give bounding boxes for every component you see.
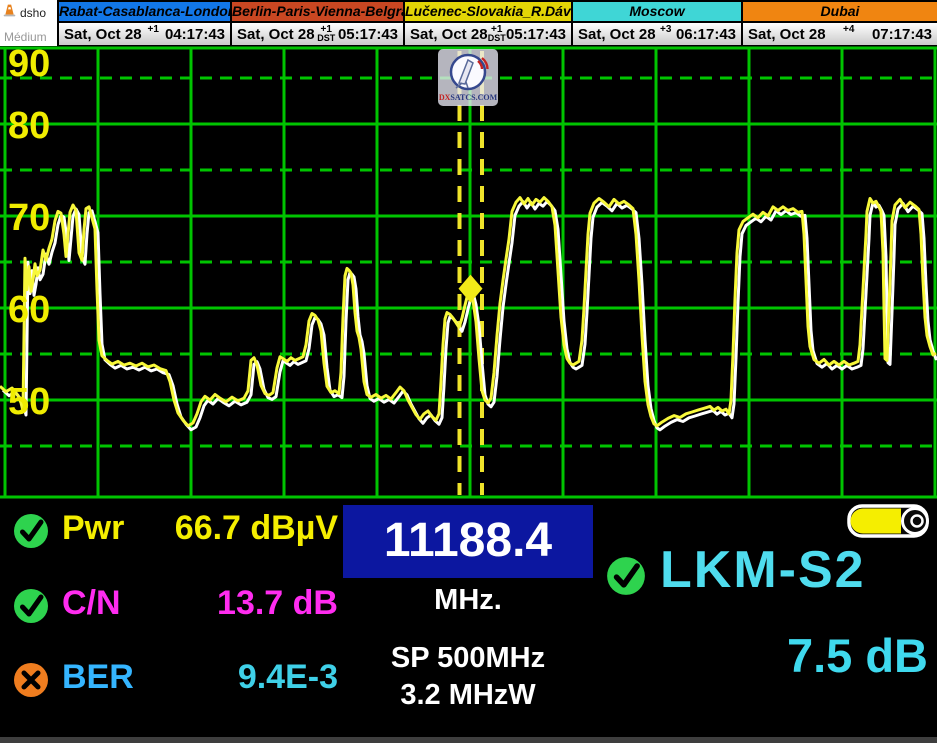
frequency-value: 11188.4 — [384, 514, 552, 567]
clock-time-row: Sat, Oct 28 +1DST 05:17:43 — [405, 23, 571, 45]
clock-time: 06:17:43 — [676, 26, 736, 43]
clock-city-dubai: Dubai — [743, 2, 937, 23]
clock-time-row: Sat, Oct 28 +1 04:17:43 — [59, 23, 230, 45]
clock-date: Sat, Oct 28 — [748, 26, 826, 43]
clock-utc-offset: +4 — [843, 25, 854, 34]
clock-date: Sat, Oct 28 — [237, 26, 315, 43]
svg-text:90: 90 — [8, 46, 50, 85]
clock-time: 05:17:43 — [506, 26, 566, 43]
clock-dst-flag: DST — [488, 34, 506, 43]
frequency-unit: MHz. — [343, 584, 593, 617]
battery-icon — [847, 504, 934, 538]
span-setting: SP 500MHz — [343, 642, 593, 675]
svg-text:60: 60 — [8, 289, 50, 331]
logo-text-dx: DX — [439, 93, 451, 102]
clock-date: Sat, Oct 28 — [410, 26, 488, 43]
clock-time: 04:17:43 — [165, 26, 225, 43]
clock-panel-dubai: Dubai Sat, Oct 28 +4 07:17:43 — [741, 0, 937, 45]
clock-panel-moscow: Moscow Sat, Oct 28 +3 06:17:43 — [571, 0, 741, 45]
measurement-panel: Pwr 66.7 dBµV C/N 13.7 dB BER 9.4E-3 111… — [0, 500, 937, 743]
pwr-value: 66.7 dBµV — [120, 509, 338, 548]
clock-tz: +4 — [843, 25, 854, 34]
vlc-title-row: dsho — [0, 0, 57, 23]
clock-city-lucenec: Lučenec-Slovakia_R.Dávid — [405, 2, 571, 23]
pwr-label: Pwr — [62, 509, 124, 548]
cn-label: C/N — [62, 584, 121, 623]
bottom-strip — [0, 737, 937, 743]
logo-text-rest: SATCS.COM — [450, 93, 497, 102]
frequency-display: 11188.4 — [343, 505, 593, 578]
clock-date: Sat, Oct 28 — [578, 26, 656, 43]
ber-status-fail-icon — [13, 662, 49, 698]
clock-panel-lucenec: Lučenec-Slovakia_R.Dávid Sat, Oct 28 +1D… — [403, 0, 571, 45]
clock-panel-rabat: Rabat-Casablanca-London Sat, Oct 28 +1 0… — [57, 0, 230, 45]
clock-utc-offset: +3 — [660, 25, 671, 34]
lock-status-ok-icon — [606, 556, 646, 596]
clock-time: 07:17:43 — [872, 26, 932, 43]
clock-time-row: Sat, Oct 28 +1DST 05:17:43 — [232, 23, 403, 45]
svg-text:50: 50 — [8, 381, 50, 423]
clock-city-rabat: Rabat-Casablanca-London — [59, 2, 230, 23]
vlc-menu-item-media[interactable]: Médium — [0, 23, 57, 44]
clock-time: 05:17:43 — [338, 26, 398, 43]
clock-dst-flag: DST — [317, 34, 335, 43]
clock-tz: +1DST — [317, 25, 335, 43]
spectrum-analyzer-plot: 90 80 70 60 50 DXSATCS.COM — [0, 46, 937, 500]
modulation-standard: LKM-S2 — [660, 540, 866, 600]
ber-value: 9.4E-3 — [120, 658, 338, 697]
clock-tz: +1 — [148, 25, 159, 34]
clock-city-moscow: Moscow — [573, 2, 741, 23]
spectrum-chart: 90 80 70 60 50 — [0, 46, 937, 500]
svg-text:DXSATCS.COM: DXSATCS.COM — [439, 93, 498, 102]
world-clock-bar: dsho Médium Rabat-Casablanca-London Sat,… — [0, 0, 937, 46]
clock-date: Sat, Oct 28 — [64, 26, 142, 43]
clock-tz: +3 — [660, 25, 671, 34]
svg-text:70: 70 — [8, 197, 50, 239]
svg-text:80: 80 — [8, 105, 50, 147]
bandwidth-setting: 3.2 MHzW — [343, 679, 593, 712]
cn-value: 13.7 dB — [120, 584, 338, 623]
clock-utc-offset: +1 — [148, 25, 159, 34]
dxsatcs-watermark-logo: DXSATCS.COM — [438, 49, 498, 106]
clock-time-row: Sat, Oct 28 +3 06:17:43 — [573, 23, 741, 45]
vlc-title-text: dsho — [20, 6, 46, 20]
clock-panel-berlin: Berlin-Paris-Vienna-Belgrade Sat, Oct 28… — [230, 0, 403, 45]
link-margin-value: 7.5 dB — [618, 628, 928, 683]
cn-status-ok-icon — [13, 588, 49, 624]
pwr-status-ok-icon — [13, 513, 49, 549]
clock-tz: +1DST — [488, 25, 506, 43]
vlc-window-fragment[interactable]: dsho Médium — [0, 0, 57, 46]
vlc-cone-icon — [2, 3, 17, 23]
clock-time-row: Sat, Oct 28 +4 07:17:43 — [743, 23, 937, 45]
clock-city-berlin: Berlin-Paris-Vienna-Belgrade — [232, 2, 403, 23]
